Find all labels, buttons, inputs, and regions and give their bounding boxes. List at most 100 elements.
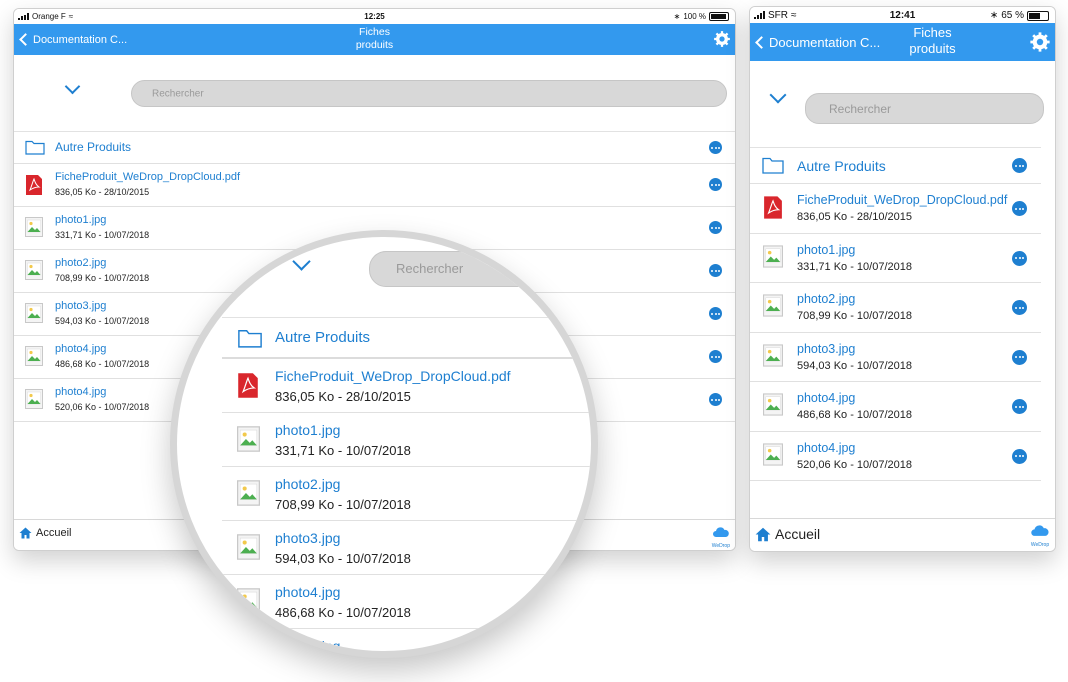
battery-icon xyxy=(709,12,729,21)
battery-icon xyxy=(1027,10,1049,21)
more-icon[interactable] xyxy=(709,221,722,234)
file-name: photo3.jpg xyxy=(797,341,856,356)
file-list-magnified: Autre Produits FicheProduit_WeDrop_DropC… xyxy=(222,317,591,651)
pdf-icon xyxy=(238,373,258,398)
more-icon[interactable] xyxy=(709,264,722,277)
file-meta: 486,68 Ko - 10/07/2018 xyxy=(55,359,150,369)
file-name: photo3.jpg xyxy=(55,300,107,312)
image-icon xyxy=(237,642,260,651)
file-meta: 836,05 Ko - 28/10/2015 xyxy=(275,389,411,404)
list-item[interactable]: photo3.jpg 594,03 Ko - 10/07/2018 xyxy=(750,333,1041,382)
file-list: Autre Produits FicheProduit_WeDrop_DropC… xyxy=(750,147,1041,481)
status-bar: SFR ≈ 12:41 ∗ 65 % xyxy=(750,7,1055,23)
folder-icon xyxy=(25,140,45,155)
folder-name: Autre Produits xyxy=(275,329,371,346)
list-item-folder: Autre Produits xyxy=(222,318,591,359)
image-icon xyxy=(25,217,43,237)
more-icon[interactable] xyxy=(1012,201,1027,216)
gear-icon[interactable] xyxy=(713,30,731,48)
more-icon[interactable] xyxy=(1012,300,1027,315)
page-title: Fiches produits xyxy=(14,26,735,52)
list-item[interactable]: photo1.jpg 331,71 Ko - 10/07/2018 xyxy=(750,234,1041,283)
status-bar: Orange F ≈ 12:25 ∗ 100 % xyxy=(14,9,735,24)
folder-name: Autre Produits xyxy=(55,140,132,154)
home-icon xyxy=(755,527,771,541)
list-item[interactable]: photo4.jpg 520,06 Ko - 10/07/2018 xyxy=(750,432,1041,481)
search-placeholder: Rechercher xyxy=(829,101,892,116)
more-icon[interactable] xyxy=(1012,399,1027,414)
phone-screen: SFR ≈ 12:41 ∗ 65 % Documentation C... Fi… xyxy=(749,6,1056,552)
file-name: photo2.jpg xyxy=(55,257,107,269)
file-meta: 836,05 Ko - 28/10/2015 xyxy=(797,211,912,223)
list-item: photo2.jpg 708,99 Ko - 10/07/2018 xyxy=(222,467,591,521)
app-logo: WeDrop xyxy=(712,525,730,549)
page-title: Fiches produits xyxy=(810,25,1055,58)
more-icon[interactable] xyxy=(1012,448,1027,464)
cloud-logo-icon xyxy=(712,527,729,537)
home-label: Accueil xyxy=(36,527,72,539)
chevron-down-icon xyxy=(292,252,311,271)
image-icon xyxy=(237,480,260,506)
more-icon[interactable] xyxy=(709,178,722,191)
search-area: Rechercher xyxy=(750,61,1055,147)
home-button[interactable]: Accueil xyxy=(19,527,71,539)
chevron-left-icon xyxy=(755,35,768,49)
image-icon xyxy=(763,393,783,416)
pdf-icon xyxy=(764,196,782,219)
gear-icon[interactable] xyxy=(1029,31,1051,53)
list-item[interactable]: FicheProduit_WeDrop_DropCloud.pdf 836,05 … xyxy=(750,184,1041,234)
file-meta: 836,05 Ko - 28/10/2015 xyxy=(55,187,150,197)
file-meta: 594,03 Ko - 10/07/2018 xyxy=(275,551,411,566)
more-icon[interactable] xyxy=(709,141,722,154)
image-icon xyxy=(763,343,783,367)
more-icon[interactable] xyxy=(709,393,722,406)
list-item: photo4.jpg 486,68 Ko - 10/07/2018 xyxy=(222,575,591,629)
bluetooth-icon: ∗ xyxy=(673,12,681,21)
search-input-magnified: Rechercher xyxy=(369,251,591,287)
search-input[interactable]: Rechercher xyxy=(805,93,1044,124)
file-name: photo4.jpg xyxy=(797,440,856,455)
file-meta: 594,03 Ko - 10/07/2018 xyxy=(797,359,912,372)
list-item: FicheProduit_WeDrop_DropCloud.pdf 836,05 … xyxy=(222,359,591,413)
home-button[interactable]: Accueil xyxy=(755,526,820,542)
more-icon[interactable] xyxy=(1012,158,1027,173)
bluetooth-icon: ∗ xyxy=(989,10,999,21)
image-icon xyxy=(25,346,43,366)
search-placeholder: Rechercher xyxy=(396,261,464,276)
list-item-folder[interactable]: Autre Produits xyxy=(750,148,1041,184)
app-logo: WeDrop xyxy=(1030,524,1050,548)
file-name: FicheProduit_WeDrop_DropCloud.pdf xyxy=(275,368,511,384)
file-meta: 594,03 Ko - 10/07/2018 xyxy=(55,316,150,326)
file-name: photo4.jpg xyxy=(55,386,107,398)
list-item: photo4.jpg xyxy=(222,629,591,651)
image-icon xyxy=(763,244,783,268)
file-name: photo4.jpg xyxy=(55,343,107,355)
image-icon xyxy=(25,260,43,280)
chevron-down-icon[interactable] xyxy=(64,78,81,95)
search-input[interactable]: Rechercher xyxy=(131,80,727,107)
file-name: photo2.jpg xyxy=(797,292,856,306)
more-icon[interactable] xyxy=(709,350,722,363)
folder-icon xyxy=(762,157,784,174)
file-meta: 708,99 Ko - 10/07/2018 xyxy=(797,310,912,322)
file-name: FicheProduit_WeDrop_DropCloud.pdf xyxy=(55,171,241,183)
folder-icon xyxy=(238,330,262,348)
home-label: Accueil xyxy=(775,526,821,542)
chevron-down-icon[interactable] xyxy=(769,86,787,104)
battery-label: 100 % xyxy=(683,12,706,21)
more-icon[interactable] xyxy=(1012,250,1027,266)
battery-label: 65 % xyxy=(1001,10,1024,21)
list-item[interactable]: FicheProduit_WeDrop_DropCloud.pdf 836,05 … xyxy=(14,164,735,207)
more-icon[interactable] xyxy=(709,307,722,320)
file-meta: 486,68 Ko - 10/07/2018 xyxy=(797,409,912,421)
more-icon[interactable] xyxy=(1012,349,1027,365)
magnifier-lens: Rechercher Autre Produits FicheProduit_W… xyxy=(170,230,598,658)
file-meta: 520,06 Ko - 10/07/2018 xyxy=(797,458,912,471)
image-icon xyxy=(763,442,783,466)
file-name: photo1.jpg xyxy=(55,214,107,226)
file-name: photo2.jpg xyxy=(275,476,341,492)
file-meta: 520,06 Ko - 10/07/2018 xyxy=(55,402,150,412)
list-item[interactable]: photo4.jpg 486,68 Ko - 10/07/2018 xyxy=(750,382,1041,432)
list-item[interactable]: photo2.jpg 708,99 Ko - 10/07/2018 xyxy=(750,283,1041,333)
list-item-folder[interactable]: Autre Produits xyxy=(14,132,735,164)
